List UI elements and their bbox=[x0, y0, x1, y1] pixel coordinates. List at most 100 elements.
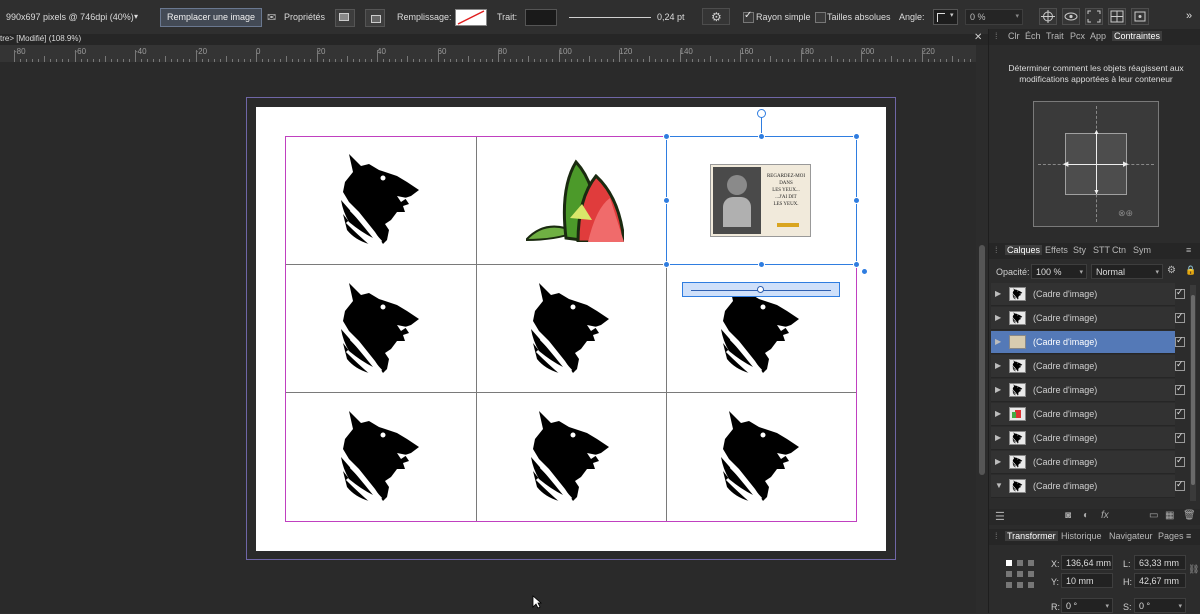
properties-button[interactable]: Propriétés bbox=[284, 12, 325, 22]
layer-visibility-checkbox[interactable] bbox=[1175, 311, 1185, 323]
layer-visibility-checkbox[interactable] bbox=[1175, 359, 1185, 371]
tab-pages[interactable]: Pages bbox=[1158, 531, 1184, 541]
tab-contraintes[interactable]: Contraintes bbox=[1112, 31, 1163, 41]
layer-settings-gear-icon[interactable]: ⚙ bbox=[1167, 265, 1176, 276]
resize-handle-top-left[interactable] bbox=[663, 133, 670, 140]
arrow-left-icon[interactable]: ◀ bbox=[1063, 160, 1068, 168]
resize-handle-top-right[interactable] bbox=[853, 133, 860, 140]
expand-arrow-icon[interactable]: ▶ bbox=[995, 433, 1001, 442]
layer-row[interactable]: ▶ (Cadre d'image) bbox=[991, 427, 1185, 450]
expand-arrow-icon[interactable]: ▶ bbox=[995, 289, 1001, 298]
corner-radius-handle[interactable] bbox=[861, 268, 868, 275]
stroke-width-value[interactable]: 0,24 pt bbox=[657, 12, 685, 22]
delete-layer-icon[interactable]: 🗑 bbox=[1183, 510, 1196, 521]
corner-type-dropdown[interactable]: ▾ bbox=[933, 9, 958, 25]
adjustment-icon[interactable]: ◐ bbox=[1083, 510, 1089, 521]
layer-row[interactable]: ▶ (Cadre d'image) bbox=[991, 331, 1185, 354]
tab-clr[interactable]: Clr bbox=[1008, 31, 1020, 41]
layer-visibility-checkbox[interactable] bbox=[1175, 407, 1185, 419]
layer-visibility-checkbox[interactable] bbox=[1175, 287, 1185, 299]
arrow-right-icon[interactable]: ▶ bbox=[1123, 160, 1128, 168]
layer-list[interactable]: ▶ (Cadre d'image) ▶ (Cadre d'image) ▶ (Cadre … bbox=[989, 283, 1189, 501]
image-info[interactable]: 990x697 pixels @ 746dpi (40%) bbox=[6, 12, 134, 22]
expand-arrow-icon[interactable]: ▶ bbox=[995, 385, 1001, 394]
leaves-logo-image[interactable] bbox=[526, 158, 624, 242]
crosshair-icon[interactable] bbox=[1039, 8, 1057, 25]
angle-field[interactable]: 0 % ▾ bbox=[965, 9, 1023, 25]
wolf-logo-image[interactable] bbox=[328, 409, 434, 505]
layer-row[interactable]: ▶ (Cadre d'image) bbox=[991, 307, 1185, 330]
expand-arrow-icon[interactable]: ▶ bbox=[995, 337, 1001, 346]
resize-handle-bottom-right[interactable] bbox=[853, 261, 860, 268]
layer-row[interactable]: ▶ (Cadre d'image) bbox=[991, 355, 1185, 378]
tab-sty[interactable]: Sty bbox=[1073, 245, 1086, 255]
image-scale-slider-knob[interactable] bbox=[757, 286, 764, 293]
tab-trait[interactable]: Trait bbox=[1046, 31, 1064, 41]
wolf-logo-image[interactable] bbox=[708, 409, 814, 505]
layer-row[interactable]: ▼ (Cadre d'image) bbox=[991, 475, 1185, 498]
opacity-field[interactable]: 100 % ▾ bbox=[1031, 264, 1087, 279]
layer-visibility-checkbox[interactable] bbox=[1175, 383, 1185, 395]
resize-handle-top[interactable] bbox=[758, 133, 765, 140]
wolf-logo-image[interactable] bbox=[518, 409, 624, 505]
collapse-arrow-icon[interactable]: ▼ bbox=[995, 481, 1003, 490]
align-center-icon[interactable] bbox=[1131, 8, 1149, 25]
tab-calques[interactable]: Calques bbox=[1005, 245, 1043, 255]
mask-icon[interactable]: ◙ bbox=[1065, 510, 1071, 521]
selection-bounding-box[interactable] bbox=[666, 136, 857, 265]
constraints-diagram[interactable]: ▲ ▼ ◀ ▶ ⊗⊕ bbox=[1033, 101, 1159, 227]
close-document-icon[interactable]: ✕ bbox=[974, 32, 982, 43]
tab-historique[interactable]: Historique bbox=[1061, 531, 1102, 541]
wolf-logo-image[interactable] bbox=[328, 281, 434, 377]
rotation-handle[interactable] bbox=[757, 109, 766, 118]
layer-visibility-checkbox[interactable] bbox=[1175, 455, 1185, 467]
stroke-width-slider[interactable] bbox=[569, 17, 651, 18]
vertical-scrollbar[interactable] bbox=[976, 45, 988, 613]
layer-row[interactable]: ▶ (Cadre d'image) bbox=[991, 451, 1185, 474]
tab-transformer[interactable]: Transformer bbox=[1005, 531, 1058, 541]
layer-row[interactable]: ▶ (Cadre d'image) bbox=[991, 403, 1185, 426]
resize-handle-bottom-left[interactable] bbox=[663, 261, 670, 268]
tab-ctn[interactable]: Ctn bbox=[1112, 245, 1126, 255]
expand-frame-icon[interactable] bbox=[1085, 8, 1103, 25]
document-tab[interactable]: tre> [Modifié] (108.9%) ✕ bbox=[0, 32, 988, 45]
rotation-field[interactable]: 0 ° ▾ bbox=[1061, 598, 1113, 613]
x-field[interactable]: 136,64 mm bbox=[1061, 555, 1113, 570]
image-scale-slider[interactable] bbox=[682, 282, 840, 297]
eye-view-icon[interactable] bbox=[1062, 8, 1080, 25]
grid-frame-icon[interactable] bbox=[1108, 8, 1126, 25]
arrow-up-icon[interactable]: ▲ bbox=[1093, 129, 1100, 136]
expand-arrow-icon[interactable]: ▶ bbox=[995, 361, 1001, 370]
fill-frame-button[interactable] bbox=[365, 9, 385, 27]
tab-sym[interactable]: Sym bbox=[1133, 245, 1151, 255]
layers-stack-icon[interactable]: ☰ bbox=[995, 510, 1005, 523]
layer-visibility-checkbox[interactable] bbox=[1175, 431, 1185, 443]
new-page-icon[interactable]: ▭ bbox=[1149, 510, 1158, 521]
overflow-chevron-icon[interactable]: » bbox=[1186, 10, 1192, 22]
y-field[interactable]: 10 mm bbox=[1061, 573, 1113, 588]
blend-mode-dropdown[interactable]: Normal ▾ bbox=[1091, 264, 1163, 279]
resize-handle-right[interactable] bbox=[853, 197, 860, 204]
fill-swatch[interactable] bbox=[455, 9, 487, 26]
tab-navigateur[interactable]: Navigateur bbox=[1109, 531, 1153, 541]
tab-ech[interactable]: Éch bbox=[1025, 31, 1041, 41]
fx-icon[interactable]: fx bbox=[1101, 510, 1109, 521]
width-field[interactable]: 63,33 mm bbox=[1134, 555, 1186, 570]
grid-layer-icon[interactable]: ▦ bbox=[1165, 510, 1174, 521]
stroke-settings-gear-icon[interactable]: ⚙ bbox=[702, 8, 730, 25]
layer-visibility-checkbox[interactable] bbox=[1175, 479, 1185, 491]
arrow-down-icon[interactable]: ▼ bbox=[1093, 189, 1100, 196]
tab-app[interactable]: App bbox=[1090, 31, 1106, 41]
wolf-logo-image[interactable] bbox=[518, 281, 624, 377]
tab-pcx[interactable]: Pcx bbox=[1070, 31, 1085, 41]
vertical-scroll-thumb[interactable] bbox=[979, 245, 985, 475]
layer-list-scrollbar[interactable] bbox=[1190, 285, 1196, 501]
properties-icon[interactable]: ✉ bbox=[267, 11, 276, 24]
lock-icon[interactable]: 🔒 bbox=[1185, 265, 1196, 276]
expand-arrow-icon[interactable]: ▶ bbox=[995, 457, 1001, 466]
tab-effets[interactable]: Effets bbox=[1045, 245, 1068, 255]
replace-image-button[interactable]: Remplacer une image bbox=[160, 8, 262, 27]
anchor-point-selector[interactable] bbox=[1005, 559, 1035, 589]
resize-handle-bottom[interactable] bbox=[758, 261, 765, 268]
fit-frame-button[interactable] bbox=[335, 9, 355, 27]
